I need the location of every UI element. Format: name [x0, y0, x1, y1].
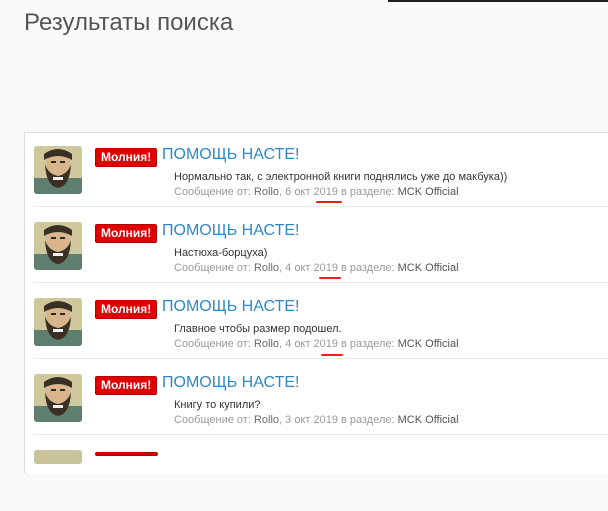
meta-section-label: в разделе:: [337, 262, 398, 274]
author-link[interactable]: Rollo: [254, 186, 279, 198]
meta-prefix: Сообщение от:: [174, 186, 254, 198]
page-title: Результаты поиска: [24, 9, 234, 36]
status-badge: Молния!: [95, 148, 158, 167]
message-snippet: Книгу то купили?: [174, 399, 261, 411]
meta-prefix: Сообщение от:: [174, 338, 254, 350]
divider: [33, 282, 608, 283]
thread-title-link[interactable]: ПОМОЩЬ НАСТЕ!: [162, 146, 299, 164]
meta-section-label: в разделе:: [337, 338, 398, 350]
thread-title-link[interactable]: ПОМОЩЬ НАСТЕ!: [162, 374, 299, 392]
red-underline-annotation: [321, 354, 343, 356]
status-badge: [95, 452, 158, 456]
bearded-man-avatar-icon: [34, 298, 82, 346]
post-date: , 4 окт 2019: [279, 262, 338, 274]
divider: [33, 434, 608, 435]
forum-link[interactable]: MCK Official: [398, 414, 459, 426]
avatar[interactable]: [34, 146, 82, 194]
message-snippet: Нормально так, с электронной книги подня…: [174, 171, 508, 183]
status-badge: Молния!: [95, 300, 158, 319]
forum-link[interactable]: MCK Official: [398, 338, 459, 350]
result-meta: Сообщение от: Rollo, 3 окт 2019 в раздел…: [174, 414, 459, 426]
status-badge: Молния!: [95, 376, 158, 395]
search-results-list: Молния! ПОМОЩЬ НАСТЕ! Нормально так, с э…: [24, 132, 608, 473]
message-snippet: Настюха-борцуха): [174, 247, 268, 259]
post-date: , 4 окт 2019: [279, 338, 338, 350]
meta-section-label: в разделе:: [337, 186, 398, 198]
avatar[interactable]: [34, 298, 82, 346]
avatar[interactable]: [34, 450, 82, 464]
message-snippet: Главное чтобы размер подошел.: [174, 323, 342, 335]
search-result: Молния! ПОМОЩЬ НАСТЕ! Книгу то купили? С…: [33, 361, 608, 435]
author-link[interactable]: Rollo: [254, 262, 279, 274]
top-bar: [388, 0, 608, 2]
search-result: Молния! ПОМОЩЬ НАСТЕ! Настюха-борцуха) С…: [33, 209, 608, 283]
search-result: [33, 437, 608, 511]
post-date: , 6 окт 2019: [279, 186, 338, 198]
author-link[interactable]: Rollo: [254, 414, 279, 426]
red-underline-annotation: [319, 277, 341, 279]
thread-title-link[interactable]: ПОМОЩЬ НАСТЕ!: [162, 222, 299, 240]
red-underline-annotation: [316, 201, 342, 203]
result-meta: Сообщение от: Rollo, 6 окт 2019 в раздел…: [174, 186, 459, 198]
bearded-man-avatar-icon: [34, 222, 82, 270]
meta-section-label: в разделе:: [337, 414, 398, 426]
result-meta: Сообщение от: Rollo, 4 окт 2019 в раздел…: [174, 262, 459, 274]
meta-prefix: Сообщение от:: [174, 262, 254, 274]
author-link[interactable]: Rollo: [254, 338, 279, 350]
search-result: Молния! ПОМОЩЬ НАСТЕ! Главное чтобы разм…: [33, 285, 608, 359]
divider: [33, 358, 608, 359]
thread-title-link[interactable]: ПОМОЩЬ НАСТЕ!: [162, 298, 299, 316]
forum-link[interactable]: MCK Official: [398, 262, 459, 274]
status-badge: Молния!: [95, 224, 158, 243]
result-meta: Сообщение от: Rollo, 4 окт 2019 в раздел…: [174, 338, 459, 350]
bearded-man-avatar-icon: [34, 374, 82, 422]
divider: [33, 206, 608, 207]
meta-prefix: Сообщение от:: [174, 414, 254, 426]
post-date: , 3 окт 2019: [279, 414, 338, 426]
avatar[interactable]: [34, 374, 82, 422]
avatar[interactable]: [34, 222, 82, 270]
bearded-man-avatar-icon: [34, 146, 82, 194]
search-result: Молния! ПОМОЩЬ НАСТЕ! Нормально так, с э…: [33, 133, 608, 207]
forum-link[interactable]: MCK Official: [398, 186, 459, 198]
